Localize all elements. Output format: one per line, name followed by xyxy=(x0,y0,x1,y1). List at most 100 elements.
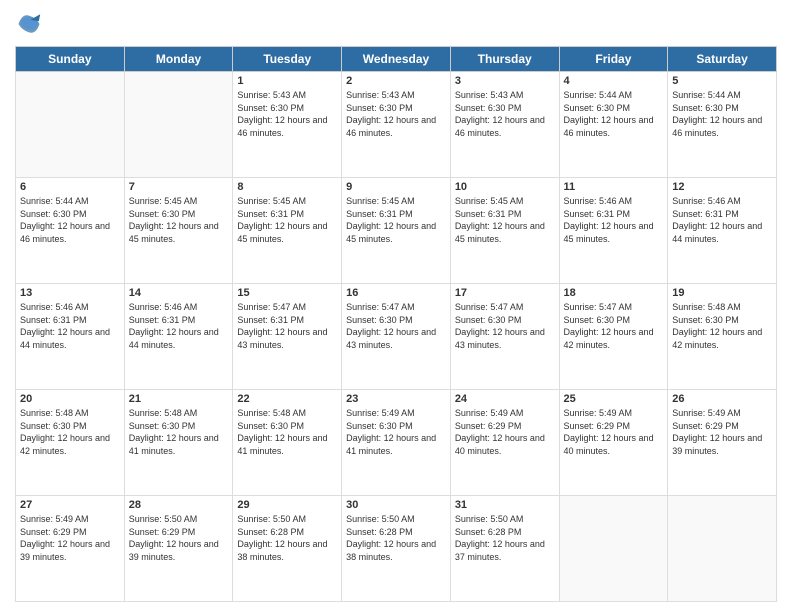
calendar-table: SundayMondayTuesdayWednesdayThursdayFrid… xyxy=(15,46,777,602)
logo-icon xyxy=(15,10,43,38)
calendar-day-cell: 6Sunrise: 5:44 AM Sunset: 6:30 PM Daylig… xyxy=(16,178,125,284)
page: SundayMondayTuesdayWednesdayThursdayFrid… xyxy=(0,0,792,612)
day-info: Sunrise: 5:45 AM Sunset: 6:31 PM Dayligh… xyxy=(237,195,337,245)
calendar-day-cell: 22 Sunrise: 5:48 AM Sunset: 6:30 PM Dayli… xyxy=(233,390,342,496)
day-info: Sunrise: 5:50 AM Sunset: 6:28 PM Dayligh… xyxy=(237,513,337,563)
day-info: Sunrise: 5:46 AM Sunset: 6:31 PM Dayligh… xyxy=(564,195,664,245)
day-number: 20 xyxy=(20,393,120,405)
day-number: 29 xyxy=(237,499,337,511)
calendar-day-cell: 15 Sunrise: 5:47 AM Sunset: 6:31 PM Dayli… xyxy=(233,284,342,390)
day-info: Sunrise: 5:44 AM Sunset: 6:30 PM Dayligh… xyxy=(20,195,120,245)
day-info: Sunrise: 5:47 AM Sunset: 6:30 PM Dayligh… xyxy=(455,301,555,351)
day-info: Sunrise: 5:43 AM Sunset: 6:30 PM Dayligh… xyxy=(455,89,555,139)
day-number: 27 xyxy=(20,499,120,511)
day-info: Sunrise: 5:46 AM Sunset: 6:31 PM Dayligh… xyxy=(672,195,772,245)
day-number: 28 xyxy=(129,499,229,511)
calendar-day-cell: 26 Sunrise: 5:49 AM Sunset: 6:29 PM Dayli… xyxy=(668,390,777,496)
day-number: 18 xyxy=(564,287,664,299)
day-number: 13 xyxy=(20,287,120,299)
day-info: Sunrise: 5:49 AM Sunset: 6:29 PM Dayligh… xyxy=(455,407,555,457)
logo xyxy=(15,10,47,38)
day-info: Sunrise: 5:47 AM Sunset: 6:30 PM Dayligh… xyxy=(564,301,664,351)
day-info: Sunrise: 5:47 AM Sunset: 6:30 PM Dayligh… xyxy=(346,301,446,351)
calendar-day-cell: 5 Sunrise: 5:44 AM Sunset: 6:30 PM Daylig… xyxy=(668,72,777,178)
day-info: Sunrise: 5:48 AM Sunset: 6:30 PM Dayligh… xyxy=(237,407,337,457)
day-info: Sunrise: 5:45 AM Sunset: 6:31 PM Dayligh… xyxy=(455,195,555,245)
day-info: Sunrise: 5:43 AM Sunset: 6:30 PM Dayligh… xyxy=(346,89,446,139)
calendar-day-cell: 3 Sunrise: 5:43 AM Sunset: 6:30 PM Daylig… xyxy=(450,72,559,178)
day-info: Sunrise: 5:49 AM Sunset: 6:29 PM Dayligh… xyxy=(672,407,772,457)
calendar-day-cell: 14 Sunrise: 5:46 AM Sunset: 6:31 PM Dayli… xyxy=(124,284,233,390)
day-number: 9 xyxy=(346,181,446,193)
day-info: Sunrise: 5:49 AM Sunset: 6:29 PM Dayligh… xyxy=(564,407,664,457)
day-number: 22 xyxy=(237,393,337,405)
day-info: Sunrise: 5:43 AM Sunset: 6:30 PM Dayligh… xyxy=(237,89,337,139)
calendar-week-row: 27 Sunrise: 5:49 AM Sunset: 6:29 PM Dayli… xyxy=(16,496,777,602)
day-info: Sunrise: 5:49 AM Sunset: 6:29 PM Dayligh… xyxy=(20,513,120,563)
day-info: Sunrise: 5:50 AM Sunset: 6:28 PM Dayligh… xyxy=(455,513,555,563)
weekday-header-friday: Friday xyxy=(559,47,668,72)
day-number: 4 xyxy=(564,75,664,87)
day-number: 3 xyxy=(455,75,555,87)
weekday-header-tuesday: Tuesday xyxy=(233,47,342,72)
day-number: 5 xyxy=(672,75,772,87)
calendar-day-cell: 20 Sunrise: 5:48 AM Sunset: 6:30 PM Dayli… xyxy=(16,390,125,496)
calendar-day-cell: 23Sunrise: 5:49 AM Sunset: 6:30 PM Dayli… xyxy=(342,390,451,496)
calendar-day-cell: 16Sunrise: 5:47 AM Sunset: 6:30 PM Dayli… xyxy=(342,284,451,390)
day-info: Sunrise: 5:44 AM Sunset: 6:30 PM Dayligh… xyxy=(672,89,772,139)
weekday-header-row: SundayMondayTuesdayWednesdayThursdayFrid… xyxy=(16,47,777,72)
day-info: Sunrise: 5:48 AM Sunset: 6:30 PM Dayligh… xyxy=(20,407,120,457)
day-number: 26 xyxy=(672,393,772,405)
calendar-week-row: 1Sunrise: 5:43 AM Sunset: 6:30 PM Daylig… xyxy=(16,72,777,178)
calendar-day-cell: 31Sunrise: 5:50 AM Sunset: 6:28 PM Dayli… xyxy=(450,496,559,602)
calendar-day-cell: 17 Sunrise: 5:47 AM Sunset: 6:30 PM Dayli… xyxy=(450,284,559,390)
calendar-day-cell: 8Sunrise: 5:45 AM Sunset: 6:31 PM Daylig… xyxy=(233,178,342,284)
weekday-header-wednesday: Wednesday xyxy=(342,47,451,72)
calendar-day-cell xyxy=(559,496,668,602)
calendar-week-row: 20 Sunrise: 5:48 AM Sunset: 6:30 PM Dayli… xyxy=(16,390,777,496)
calendar-day-cell: 21Sunrise: 5:48 AM Sunset: 6:30 PM Dayli… xyxy=(124,390,233,496)
day-info: Sunrise: 5:45 AM Sunset: 6:31 PM Dayligh… xyxy=(346,195,446,245)
day-info: Sunrise: 5:48 AM Sunset: 6:30 PM Dayligh… xyxy=(672,301,772,351)
weekday-header-sunday: Sunday xyxy=(16,47,125,72)
day-number: 11 xyxy=(564,181,664,193)
day-number: 24 xyxy=(455,393,555,405)
calendar-day-cell: 13 Sunrise: 5:46 AM Sunset: 6:31 PM Dayli… xyxy=(16,284,125,390)
weekday-header-thursday: Thursday xyxy=(450,47,559,72)
calendar-week-row: 6Sunrise: 5:44 AM Sunset: 6:30 PM Daylig… xyxy=(16,178,777,284)
day-number: 2 xyxy=(346,75,446,87)
calendar-week-row: 13 Sunrise: 5:46 AM Sunset: 6:31 PM Dayli… xyxy=(16,284,777,390)
calendar-day-cell: 25 Sunrise: 5:49 AM Sunset: 6:29 PM Dayli… xyxy=(559,390,668,496)
day-info: Sunrise: 5:50 AM Sunset: 6:29 PM Dayligh… xyxy=(129,513,229,563)
day-info: Sunrise: 5:49 AM Sunset: 6:30 PM Dayligh… xyxy=(346,407,446,457)
calendar-day-cell: 28 Sunrise: 5:50 AM Sunset: 6:29 PM Dayli… xyxy=(124,496,233,602)
day-info: Sunrise: 5:47 AM Sunset: 6:31 PM Dayligh… xyxy=(237,301,337,351)
day-info: Sunrise: 5:46 AM Sunset: 6:31 PM Dayligh… xyxy=(129,301,229,351)
day-number: 25 xyxy=(564,393,664,405)
calendar-day-cell xyxy=(668,496,777,602)
calendar-day-cell xyxy=(16,72,125,178)
weekday-header-saturday: Saturday xyxy=(668,47,777,72)
calendar-day-cell: 9 Sunrise: 5:45 AM Sunset: 6:31 PM Daylig… xyxy=(342,178,451,284)
day-info: Sunrise: 5:45 AM Sunset: 6:30 PM Dayligh… xyxy=(129,195,229,245)
calendar-day-cell: 19 Sunrise: 5:48 AM Sunset: 6:30 PM Dayli… xyxy=(668,284,777,390)
calendar-day-cell: 29 Sunrise: 5:50 AM Sunset: 6:28 PM Dayli… xyxy=(233,496,342,602)
day-number: 19 xyxy=(672,287,772,299)
calendar-day-cell: 12 Sunrise: 5:46 AM Sunset: 6:31 PM Dayli… xyxy=(668,178,777,284)
day-number: 15 xyxy=(237,287,337,299)
calendar-day-cell: 4Sunrise: 5:44 AM Sunset: 6:30 PM Daylig… xyxy=(559,72,668,178)
calendar-day-cell: 27 Sunrise: 5:49 AM Sunset: 6:29 PM Dayli… xyxy=(16,496,125,602)
day-number: 14 xyxy=(129,287,229,299)
day-number: 12 xyxy=(672,181,772,193)
day-info: Sunrise: 5:50 AM Sunset: 6:28 PM Dayligh… xyxy=(346,513,446,563)
calendar-day-cell: 18 Sunrise: 5:47 AM Sunset: 6:30 PM Dayli… xyxy=(559,284,668,390)
calendar-day-cell xyxy=(124,72,233,178)
calendar-day-cell: 7Sunrise: 5:45 AM Sunset: 6:30 PM Daylig… xyxy=(124,178,233,284)
calendar-day-cell: 11 Sunrise: 5:46 AM Sunset: 6:31 PM Dayli… xyxy=(559,178,668,284)
weekday-header-monday: Monday xyxy=(124,47,233,72)
day-info: Sunrise: 5:48 AM Sunset: 6:30 PM Dayligh… xyxy=(129,407,229,457)
day-number: 30 xyxy=(346,499,446,511)
day-number: 17 xyxy=(455,287,555,299)
day-info: Sunrise: 5:46 AM Sunset: 6:31 PM Dayligh… xyxy=(20,301,120,351)
calendar-day-cell: 2 Sunrise: 5:43 AM Sunset: 6:30 PM Daylig… xyxy=(342,72,451,178)
